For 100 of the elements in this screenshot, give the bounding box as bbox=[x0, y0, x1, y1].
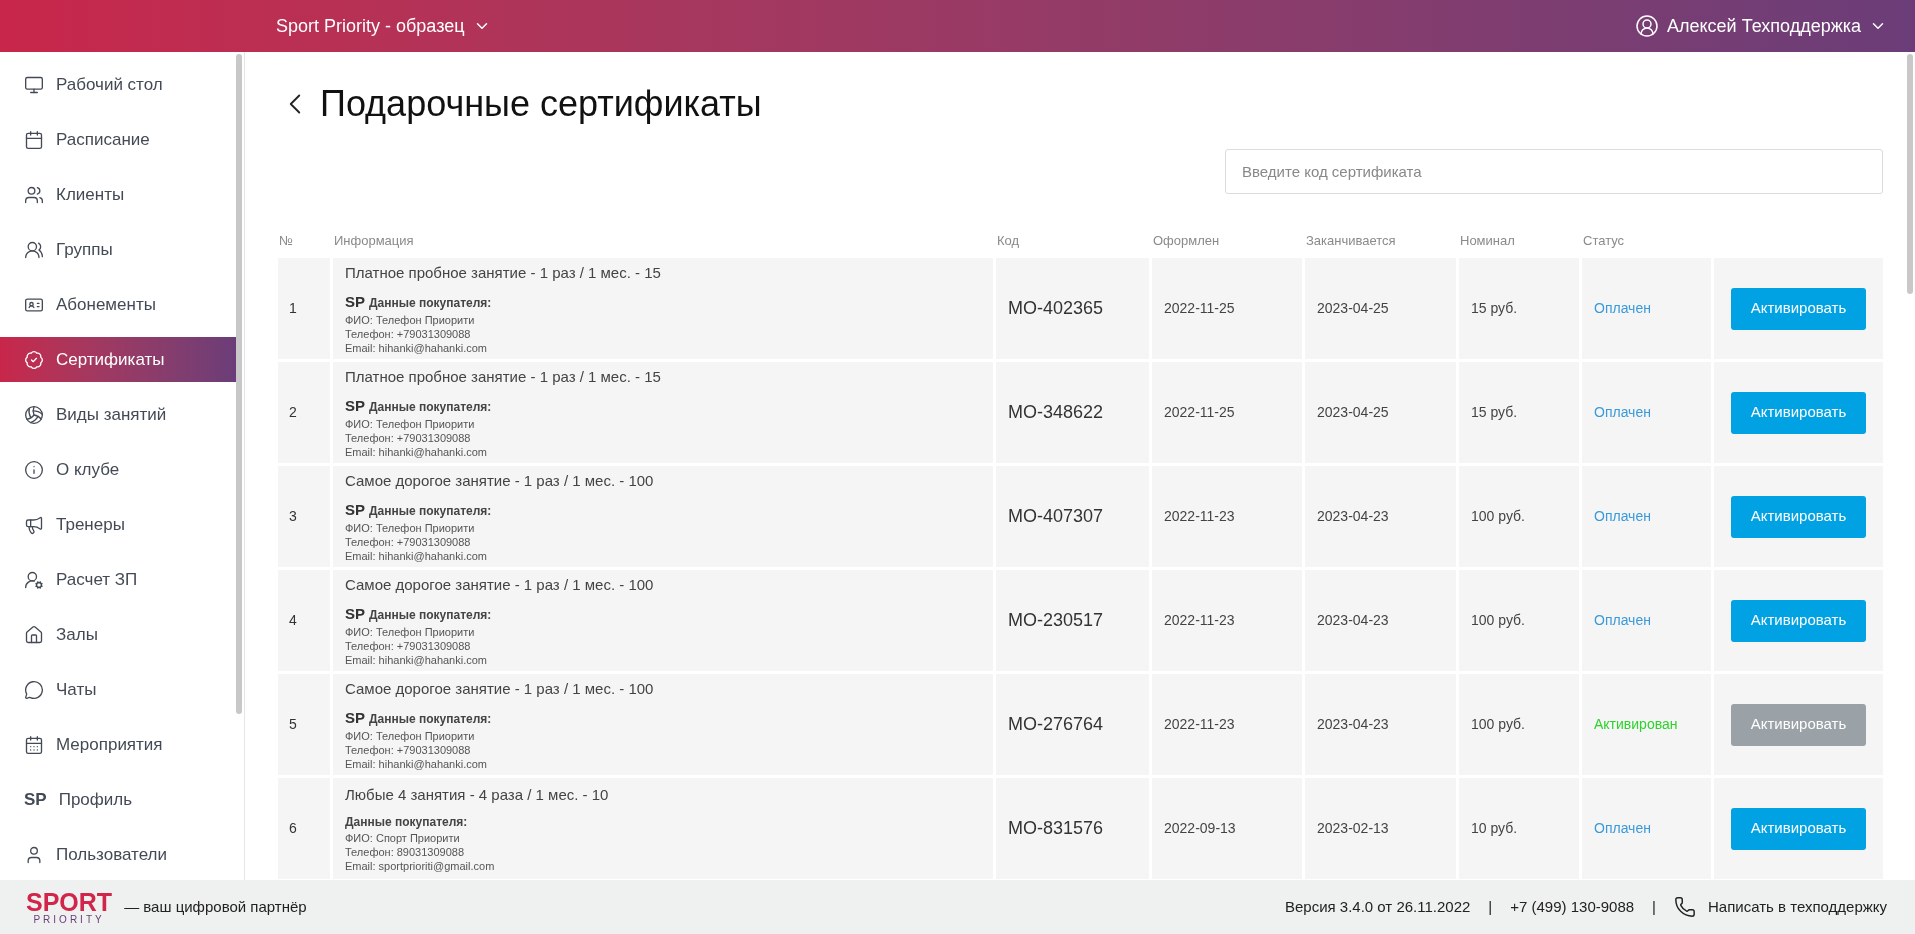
status-text: Активирован bbox=[1594, 715, 1678, 734]
scrollbar[interactable] bbox=[1907, 54, 1913, 294]
buyer-detail: Email: sportprioriti@gmail.com bbox=[345, 858, 496, 873]
column-header: Код bbox=[997, 233, 1020, 248]
certificate-code: MO-230517 bbox=[996, 570, 1149, 671]
sp-label: SP bbox=[345, 603, 365, 624]
sidebar-item[interactable]: Виды занятий bbox=[0, 392, 236, 437]
sidebar-item[interactable]: SP Профиль bbox=[0, 777, 236, 822]
buyer-detail: Телефон: +79031309088 bbox=[345, 535, 472, 549]
calendar-icon bbox=[24, 734, 44, 755]
table-cell: 2023-02-13 bbox=[1305, 778, 1456, 879]
certificate-code: MO-831576 bbox=[996, 778, 1149, 879]
certificate-title: Платное пробное занятие - 1 раз / 1 мес. - 15 bbox=[345, 263, 661, 283]
table-cell: 2022-11-23 bbox=[1152, 466, 1302, 567]
sidebar-item[interactable]: О клубе bbox=[0, 447, 236, 492]
column-header: Номинал bbox=[1460, 233, 1515, 248]
table-cell: 2022-09-13 bbox=[1152, 778, 1302, 879]
sidebar-item[interactable]: Рабочий стол bbox=[0, 62, 236, 107]
sidebar-item[interactable]: Чаты bbox=[0, 667, 236, 712]
badge-icon bbox=[24, 349, 44, 370]
status-text: Оплачен bbox=[1594, 819, 1651, 838]
status-text: Оплачен bbox=[1594, 611, 1651, 630]
search-field[interactable]: Введите код сертификата bbox=[1225, 149, 1883, 194]
user-icon bbox=[1635, 14, 1659, 38]
chat-icon bbox=[24, 679, 44, 700]
sidebar-item[interactable]: Группы bbox=[0, 227, 236, 272]
table-cell: 2023-04-23 bbox=[1305, 674, 1456, 775]
column-header: Оформлен bbox=[1153, 233, 1220, 248]
separator: | bbox=[1652, 896, 1656, 917]
buyer-heading: Данные покупателя: bbox=[369, 710, 492, 728]
buyer-detail: Email: hihanki@hahanki.com bbox=[345, 653, 488, 667]
sp-label: SP bbox=[345, 499, 365, 520]
buyer-detail: Телефон: +79031309088 bbox=[345, 743, 472, 757]
column-header: Заканчивается bbox=[1306, 233, 1396, 248]
sp-label: SP bbox=[345, 291, 365, 312]
certificate-code: MO-348622 bbox=[996, 362, 1149, 463]
logo-text: SPORT bbox=[26, 889, 113, 915]
scrollbar[interactable] bbox=[236, 54, 242, 714]
user-cog-icon bbox=[24, 569, 44, 590]
group-icon bbox=[24, 239, 44, 260]
table-cell: 2023-04-25 bbox=[1305, 258, 1456, 359]
buyer-detail: Email: hihanki@hahanki.com bbox=[345, 757, 488, 771]
sidebar-item[interactable]: Мероприятия bbox=[0, 722, 236, 767]
phone-icon bbox=[1674, 896, 1696, 918]
ball-icon bbox=[24, 404, 44, 425]
certificate-code: MO-407307 bbox=[996, 466, 1149, 567]
info-icon bbox=[24, 459, 44, 480]
buyer-detail: ФИО: Телефон Приорити bbox=[345, 313, 476, 327]
sidebar-item[interactable]: Сертификаты bbox=[0, 337, 236, 382]
table-cell: 2 bbox=[278, 362, 330, 463]
organization-dropdown[interactable]: Sport Priority - образец bbox=[276, 12, 491, 40]
sidebar-item[interactable]: Клиенты bbox=[0, 172, 236, 217]
sidebar-item[interactable]: Тренеры bbox=[0, 502, 236, 547]
version-text: Версия 3.4.0 от 26.11.2022 bbox=[1284, 896, 1471, 917]
table-cell: 100 руб. bbox=[1459, 466, 1579, 567]
logo-subtext: PRIORITY bbox=[32, 914, 106, 925]
people-icon bbox=[24, 184, 44, 205]
buyer-heading: Данные покупателя: bbox=[369, 502, 492, 520]
table-cell: 6 bbox=[278, 778, 330, 879]
buyer-detail: Телефон: 89031309088 bbox=[345, 844, 466, 859]
monitor-icon bbox=[24, 74, 44, 95]
table-cell: 4 bbox=[278, 570, 330, 671]
column-header: № bbox=[279, 233, 293, 248]
buyer-heading: Данные покупателя: bbox=[369, 294, 492, 312]
table-cell: 2023-04-23 bbox=[1305, 570, 1456, 671]
column-header: Информация bbox=[334, 233, 414, 248]
certificate-code: MO-276764 bbox=[996, 674, 1149, 775]
buyer-heading: Данные покупателя: bbox=[345, 813, 468, 831]
buyer-detail: Email: hihanki@hahanki.com bbox=[345, 445, 488, 459]
table-cell: 10 руб. bbox=[1459, 778, 1579, 879]
sidebar-item[interactable]: Расписание bbox=[0, 117, 236, 162]
megaphone-icon bbox=[24, 514, 44, 535]
table-cell: 2023-04-25 bbox=[1305, 362, 1456, 463]
table-cell: 5 bbox=[278, 674, 330, 775]
phone-number: +7 (499) 130-9088 bbox=[1510, 896, 1635, 917]
buyer-detail: ФИО: Телефон Приорити bbox=[345, 625, 476, 639]
sidebar-item[interactable]: Расчет ЗП bbox=[0, 557, 236, 602]
sp-label: SP bbox=[345, 707, 365, 728]
table-cell: 100 руб. bbox=[1459, 570, 1579, 671]
buyer-heading: Данные покупателя: bbox=[369, 398, 492, 416]
table-cell: 15 руб. bbox=[1459, 362, 1579, 463]
buyer-heading: Данные покупателя: bbox=[369, 606, 492, 624]
buyer-detail: ФИО: Телефон Приорити bbox=[345, 417, 476, 431]
table-cell: 2022-11-23 bbox=[1152, 570, 1302, 671]
support-link[interactable]: Написать в техподдержку bbox=[1674, 895, 1887, 919]
buyer-detail: Телефон: +79031309088 bbox=[345, 327, 472, 341]
house-icon bbox=[24, 624, 44, 645]
sidebar-item[interactable]: Пользователи bbox=[0, 832, 236, 877]
table-cell: 2023-04-23 bbox=[1305, 466, 1456, 567]
table-cell: 1 bbox=[278, 258, 330, 359]
user-menu[interactable]: Алексей Техподдержка bbox=[1635, 12, 1887, 40]
sidebar-item[interactable]: Абонементы bbox=[0, 282, 236, 327]
sidebar-item[interactable]: Залы bbox=[0, 612, 236, 657]
table-cell: 15 руб. bbox=[1459, 258, 1579, 359]
slogan: — ваш цифровой партнёр bbox=[124, 896, 307, 917]
certificate-title: Самое дорогое занятие - 1 раз / 1 мес. - 100 bbox=[345, 575, 654, 595]
status-text: Оплачен bbox=[1594, 507, 1651, 526]
buyer-detail: Телефон: +79031309088 bbox=[345, 431, 472, 445]
buyer-detail: ФИО: Телефон Приорити bbox=[345, 729, 476, 743]
certificate-title: Самое дорогое занятие - 1 раз / 1 мес. - 100 bbox=[345, 679, 654, 699]
